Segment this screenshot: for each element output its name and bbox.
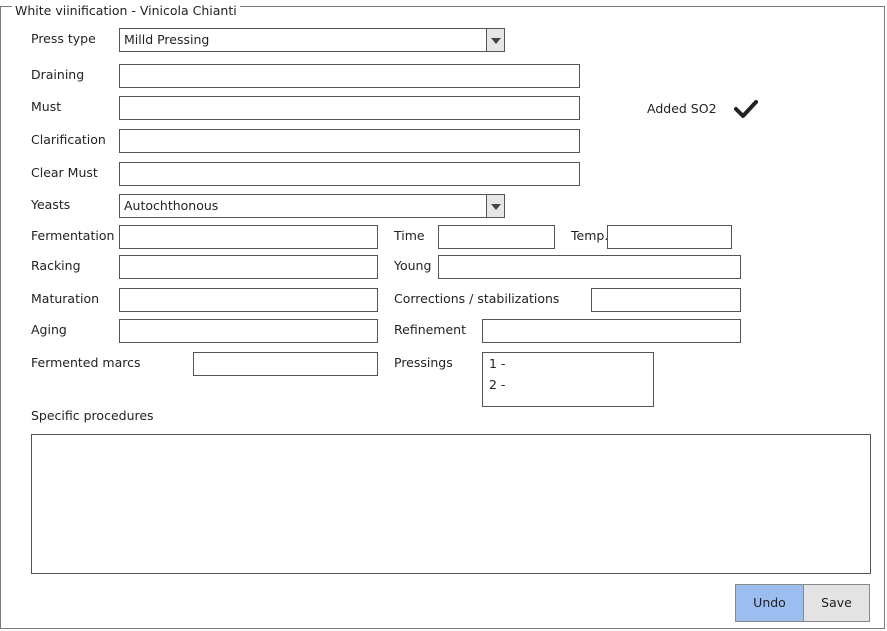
time-label: Time: [394, 228, 425, 243]
pressings-label: Pressings: [394, 355, 453, 370]
yeasts-select[interactable]: Autochthonous: [119, 194, 505, 218]
racking-label: Racking: [31, 258, 81, 273]
specific-procedures-label: Specific procedures: [31, 408, 154, 423]
form-title: White viinification - Vinicola Chianti: [12, 4, 240, 18]
young-label: Young: [394, 258, 432, 273]
aging-label: Aging: [31, 322, 67, 337]
young-field[interactable]: [438, 255, 741, 279]
maturation-label: Maturation: [31, 291, 100, 306]
list-item[interactable]: 2 -: [489, 377, 505, 393]
fermented-marcs-field[interactable]: [193, 352, 378, 376]
racking-field[interactable]: [119, 255, 378, 279]
draining-field[interactable]: [119, 64, 580, 88]
temp-field[interactable]: [607, 225, 732, 249]
clarification-label: Clarification: [31, 132, 106, 147]
time-field[interactable]: [438, 225, 555, 249]
draining-label: Draining: [31, 67, 85, 82]
specific-procedures-textarea[interactable]: [31, 434, 871, 574]
maturation-field[interactable]: [119, 288, 378, 312]
corrections-label: Corrections / stabilizations: [394, 291, 560, 306]
press-type-value: Milld Pressing: [124, 32, 210, 47]
yeasts-dropdown-button[interactable]: [486, 195, 504, 217]
yeasts-label: Yeasts: [31, 197, 71, 212]
clear-must-label: Clear Must: [31, 165, 98, 180]
temp-label: Temp.: [571, 228, 609, 243]
refinement-label: Refinement: [394, 322, 466, 337]
must-label: Must: [31, 99, 62, 114]
aging-field[interactable]: [119, 319, 378, 343]
yeasts-value: Autochthonous: [124, 198, 219, 213]
chevron-down-icon: [491, 204, 501, 210]
undo-button[interactable]: Undo: [735, 584, 804, 622]
press-type-dropdown-button[interactable]: [486, 29, 504, 51]
fermented-marcs-label: Fermented marcs: [31, 355, 141, 370]
press-type-select[interactable]: Milld Pressing: [119, 28, 505, 52]
list-item[interactable]: 1 -: [489, 356, 505, 372]
fermentation-label: Fermentation: [31, 228, 115, 243]
clarification-field[interactable]: [119, 129, 580, 153]
fermentation-field[interactable]: [119, 225, 378, 249]
clear-must-field[interactable]: [119, 162, 580, 186]
press-type-label: Press type: [31, 31, 96, 46]
checkmark-icon[interactable]: [734, 99, 758, 119]
must-field[interactable]: [119, 96, 580, 120]
added-so2-label: Added SO2: [647, 101, 717, 116]
pressings-list[interactable]: 1 - 2 -: [482, 352, 654, 407]
chevron-down-icon: [491, 38, 501, 44]
corrections-field[interactable]: [591, 288, 741, 312]
refinement-field[interactable]: [482, 319, 741, 343]
save-button[interactable]: Save: [803, 584, 870, 622]
